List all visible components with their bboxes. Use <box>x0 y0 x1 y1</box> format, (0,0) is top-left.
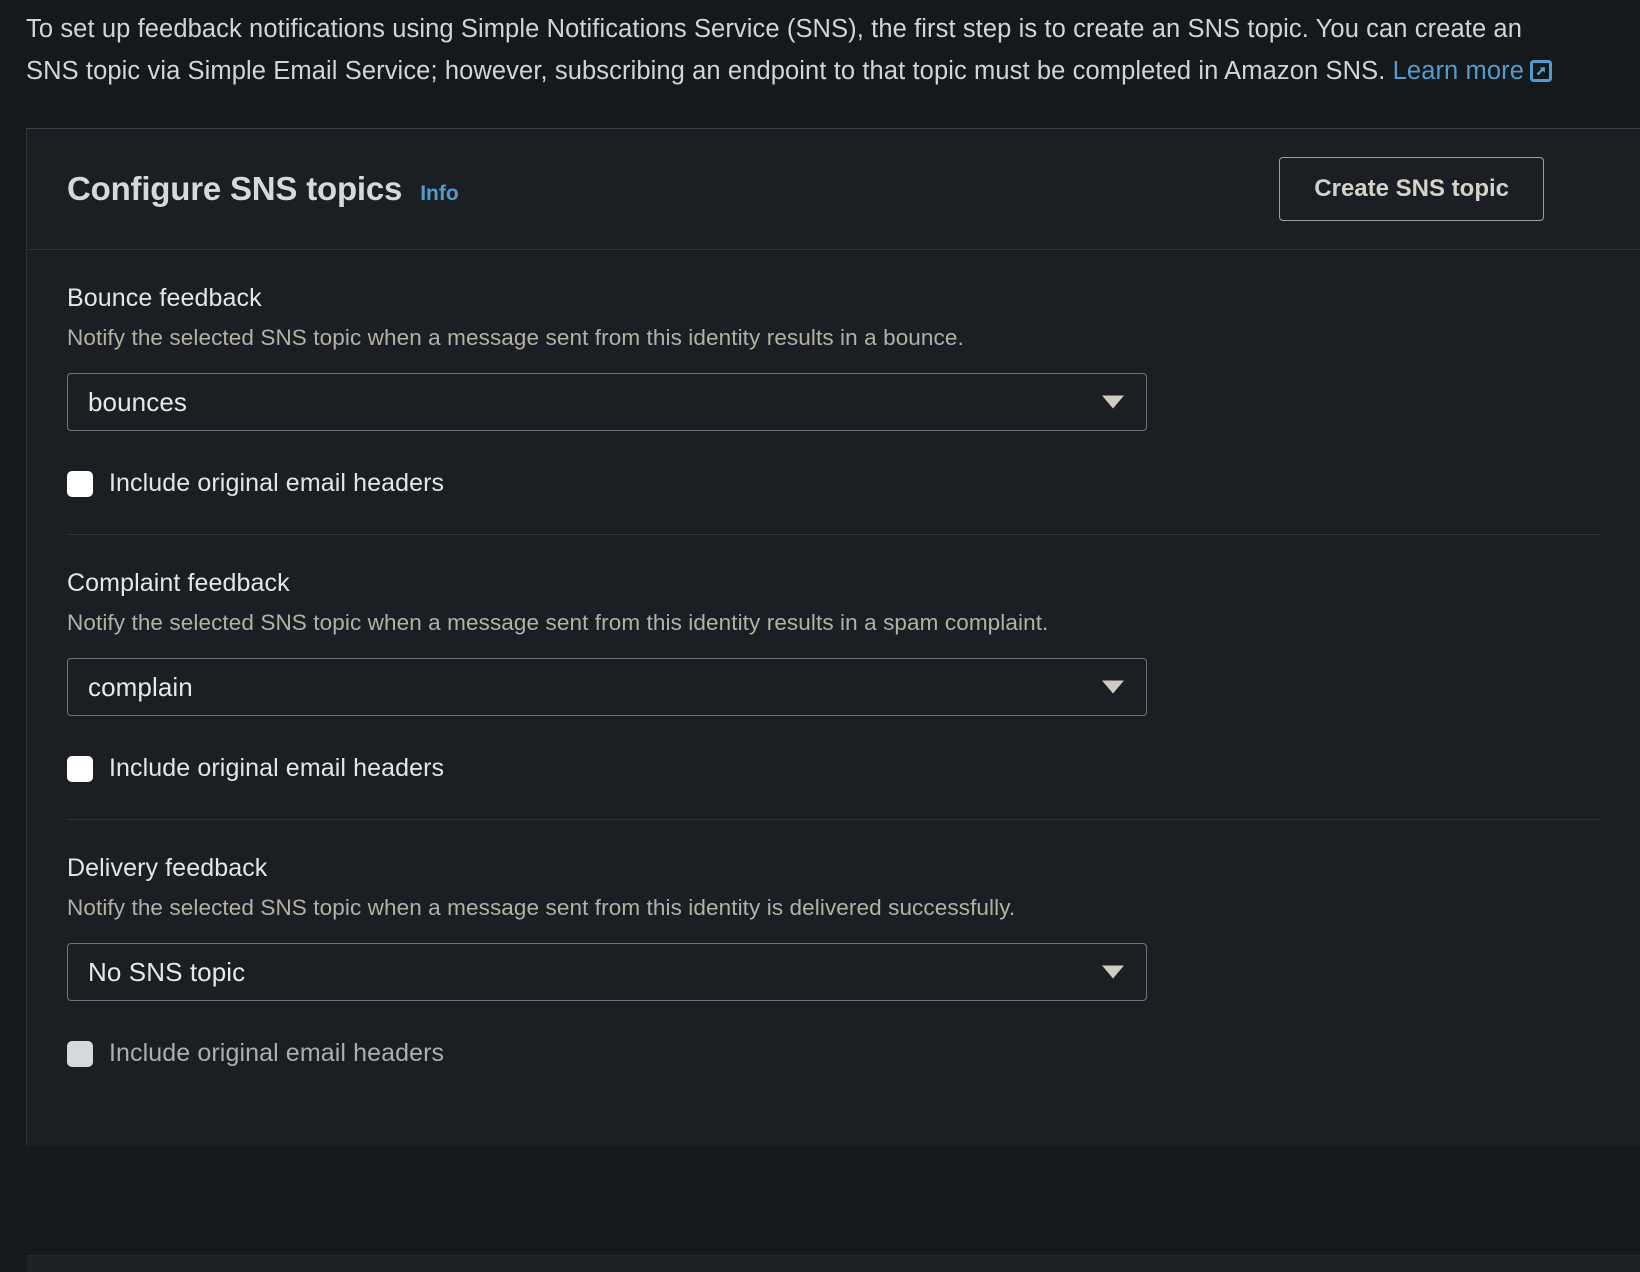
checkbox-icon[interactable] <box>67 470 93 497</box>
chevron-down-icon <box>1102 395 1124 409</box>
external-link-icon <box>1530 53 1553 95</box>
checkbox-icon[interactable] <box>67 755 93 782</box>
select-value: complain <box>88 671 193 702</box>
panel-title-group: Configure SNS topics Info <box>67 170 459 208</box>
learn-more-link[interactable]: Learn more <box>1393 57 1524 85</box>
intro-text: To set up feedback notifications using S… <box>26 15 1522 85</box>
panel-body: Bounce feedback Notify the selected SNS … <box>27 250 1640 1146</box>
bounce-include-headers-checkbox-row[interactable]: Include original email headers <box>67 469 444 498</box>
bounce-sns-topic-select[interactable]: bounces <box>67 373 1147 431</box>
section-complaint-feedback: Complaint feedback Notify the selected S… <box>67 534 1600 819</box>
info-link[interactable]: Info <box>420 182 458 206</box>
section-description: Notify the selected SNS topic when a mes… <box>67 325 964 350</box>
intro-paragraph: To set up feedback notifications using S… <box>0 0 1600 95</box>
form-action-bar: Cancel Save changes <box>27 1255 1640 1272</box>
delivery-include-headers-checkbox-row: Include original email headers <box>67 1039 444 1068</box>
chevron-down-icon <box>1102 680 1124 694</box>
complaint-include-headers-checkbox-row[interactable]: Include original email headers <box>67 754 444 783</box>
page-title: Configure SNS topics <box>67 170 403 207</box>
section-label: Complaint feedback <box>67 569 290 597</box>
delivery-sns-topic-select[interactable]: No SNS topic <box>67 943 1147 1001</box>
create-sns-topic-button[interactable]: Create SNS topic <box>1279 157 1544 221</box>
select-value: bounces <box>88 386 187 417</box>
checkbox-icon <box>67 1040 93 1067</box>
checkbox-label: Include original email headers <box>109 754 445 782</box>
checkbox-label: Include original email headers <box>109 1039 445 1067</box>
checkbox-label: Include original email headers <box>109 469 445 497</box>
section-description: Notify the selected SNS topic when a mes… <box>67 895 1016 920</box>
configure-sns-topics-panel: Configure SNS topics Info Create SNS top… <box>26 128 1640 1272</box>
section-label: Bounce feedback <box>67 284 262 312</box>
chevron-down-icon <box>1102 965 1124 979</box>
panel-header: Configure SNS topics Info Create SNS top… <box>27 129 1640 250</box>
select-value: No SNS topic <box>88 956 246 987</box>
section-description: Notify the selected SNS topic when a mes… <box>67 610 1049 635</box>
complaint-sns-topic-select[interactable]: complain <box>67 658 1147 716</box>
panel-bottom-spacer <box>67 1104 1600 1146</box>
section-label: Delivery feedback <box>67 854 268 882</box>
section-delivery-feedback: Delivery feedback Notify the selected SN… <box>67 819 1600 1104</box>
section-bounce-feedback: Bounce feedback Notify the selected SNS … <box>67 250 1600 534</box>
